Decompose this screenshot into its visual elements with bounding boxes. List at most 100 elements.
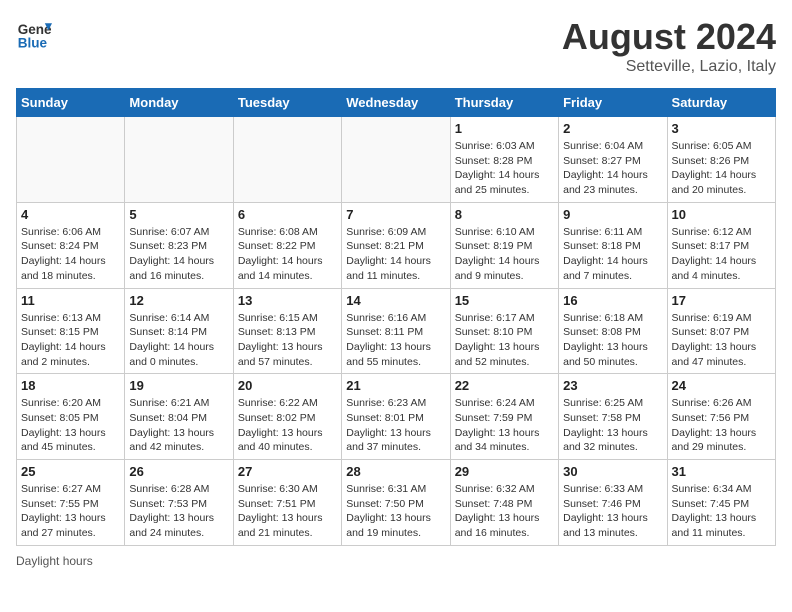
- calendar-cell: 23 Sunrise: 6:25 AM Sunset: 7:58 PM Dayli…: [559, 374, 667, 460]
- calendar-day-header: Monday: [125, 89, 233, 117]
- footer-note: Daylight hours: [16, 554, 776, 568]
- calendar-cell: 10 Sunrise: 6:12 AM Sunset: 8:17 PM Dayli…: [667, 202, 775, 288]
- calendar-cell: 29 Sunrise: 6:32 AM Sunset: 7:48 PM Dayli…: [450, 460, 558, 546]
- month-year: August 2024: [562, 16, 776, 58]
- day-info: Sunrise: 6:12 AM Sunset: 8:17 PM Dayligh…: [672, 225, 771, 284]
- calendar-cell: 3 Sunrise: 6:05 AM Sunset: 8:26 PM Daylig…: [667, 117, 775, 203]
- day-info: Sunrise: 6:05 AM Sunset: 8:26 PM Dayligh…: [672, 139, 771, 198]
- calendar-day-header: Thursday: [450, 89, 558, 117]
- svg-text:Blue: Blue: [18, 36, 48, 51]
- day-number: 17: [672, 293, 771, 308]
- day-info: Sunrise: 6:10 AM Sunset: 8:19 PM Dayligh…: [455, 225, 554, 284]
- calendar-cell: 22 Sunrise: 6:24 AM Sunset: 7:59 PM Dayli…: [450, 374, 558, 460]
- day-number: 27: [238, 464, 337, 479]
- calendar-week-row: 25Sunrise: 6:27 AM Sunset: 7:55 PM Dayli…: [17, 460, 776, 546]
- day-number: 1: [455, 121, 554, 136]
- day-number: 11: [21, 293, 120, 308]
- calendar-day-header: Wednesday: [342, 89, 450, 117]
- day-number: 23: [563, 378, 662, 393]
- calendar-cell: 7 Sunrise: 6:09 AM Sunset: 8:21 PM Daylig…: [342, 202, 450, 288]
- day-number: 28: [346, 464, 445, 479]
- day-info: Sunrise: 6:15 AM Sunset: 8:13 PM Dayligh…: [238, 311, 337, 370]
- page-header: General Blue August 2024 Setteville, Laz…: [16, 16, 776, 76]
- calendar-cell: 11 Sunrise: 6:13 AM Sunset: 8:15 PM Dayli…: [17, 288, 125, 374]
- day-info: Sunrise: 6:20 AM Sunset: 8:05 PM Dayligh…: [21, 396, 120, 455]
- calendar-cell: 4Sunrise: 6:06 AM Sunset: 8:24 PM Daylig…: [17, 202, 125, 288]
- calendar-cell: 5Sunrise: 6:07 AM Sunset: 8:23 PM Daylig…: [125, 202, 233, 288]
- calendar-cell: 19Sunrise: 6:21 AM Sunset: 8:04 PM Dayli…: [125, 374, 233, 460]
- calendar-cell: 13 Sunrise: 6:15 AM Sunset: 8:13 PM Dayli…: [233, 288, 341, 374]
- day-info: Sunrise: 6:25 AM Sunset: 7:58 PM Dayligh…: [563, 396, 662, 455]
- day-number: 7: [346, 207, 445, 222]
- day-info: Sunrise: 6:22 AM Sunset: 8:02 PM Dayligh…: [238, 396, 337, 455]
- logo-icon: General Blue: [16, 16, 52, 52]
- day-number: 2: [563, 121, 662, 136]
- calendar-cell: 8Sunrise: 6:10 AM Sunset: 8:19 PM Daylig…: [450, 202, 558, 288]
- calendar-cell: 31Sunrise: 6:34 AM Sunset: 7:45 PM Dayli…: [667, 460, 775, 546]
- calendar-cell: 24 Sunrise: 6:26 AM Sunset: 7:56 PM Dayli…: [667, 374, 775, 460]
- calendar-cell: 16 Sunrise: 6:18 AM Sunset: 8:08 PM Dayli…: [559, 288, 667, 374]
- calendar-week-row: 18Sunrise: 6:20 AM Sunset: 8:05 PM Dayli…: [17, 374, 776, 460]
- day-info: Sunrise: 6:23 AM Sunset: 8:01 PM Dayligh…: [346, 396, 445, 455]
- calendar-cell: 14 Sunrise: 6:16 AM Sunset: 8:11 PM Dayli…: [342, 288, 450, 374]
- day-number: 22: [455, 378, 554, 393]
- day-number: 10: [672, 207, 771, 222]
- day-info: Sunrise: 6:30 AM Sunset: 7:51 PM Dayligh…: [238, 482, 337, 541]
- calendar-cell: [17, 117, 125, 203]
- day-info: Sunrise: 6:11 AM Sunset: 8:18 PM Dayligh…: [563, 225, 662, 284]
- day-number: 29: [455, 464, 554, 479]
- day-number: 12: [129, 293, 228, 308]
- day-info: Sunrise: 6:17 AM Sunset: 8:10 PM Dayligh…: [455, 311, 554, 370]
- day-number: 24: [672, 378, 771, 393]
- calendar-cell: 9 Sunrise: 6:11 AM Sunset: 8:18 PM Daylig…: [559, 202, 667, 288]
- calendar-cell: 28 Sunrise: 6:31 AM Sunset: 7:50 PM Dayli…: [342, 460, 450, 546]
- calendar-day-header: Saturday: [667, 89, 775, 117]
- calendar-day-header: Tuesday: [233, 89, 341, 117]
- day-info: Sunrise: 6:19 AM Sunset: 8:07 PM Dayligh…: [672, 311, 771, 370]
- day-number: 20: [238, 378, 337, 393]
- calendar-cell: 26 Sunrise: 6:28 AM Sunset: 7:53 PM Dayli…: [125, 460, 233, 546]
- day-info: Sunrise: 6:09 AM Sunset: 8:21 PM Dayligh…: [346, 225, 445, 284]
- day-info: Sunrise: 6:08 AM Sunset: 8:22 PM Dayligh…: [238, 225, 337, 284]
- day-info: Sunrise: 6:16 AM Sunset: 8:11 PM Dayligh…: [346, 311, 445, 370]
- day-number: 9: [563, 207, 662, 222]
- day-info: Sunrise: 6:32 AM Sunset: 7:48 PM Dayligh…: [455, 482, 554, 541]
- calendar-week-row: 4Sunrise: 6:06 AM Sunset: 8:24 PM Daylig…: [17, 202, 776, 288]
- location: Setteville, Lazio, Italy: [562, 58, 776, 76]
- calendar-week-row: 1 Sunrise: 6:03 AM Sunset: 8:28 PM Daylig…: [17, 117, 776, 203]
- day-info: Sunrise: 6:24 AM Sunset: 7:59 PM Dayligh…: [455, 396, 554, 455]
- day-number: 3: [672, 121, 771, 136]
- calendar-cell: 2Sunrise: 6:04 AM Sunset: 8:27 PM Daylig…: [559, 117, 667, 203]
- calendar-header-row: SundayMondayTuesdayWednesdayThursdayFrid…: [17, 89, 776, 117]
- calendar-day-header: Sunday: [17, 89, 125, 117]
- day-number: 5: [129, 207, 228, 222]
- calendar-cell: 17 Sunrise: 6:19 AM Sunset: 8:07 PM Dayli…: [667, 288, 775, 374]
- day-number: 26: [129, 464, 228, 479]
- day-number: 6: [238, 207, 337, 222]
- day-info: Sunrise: 6:28 AM Sunset: 7:53 PM Dayligh…: [129, 482, 228, 541]
- calendar-cell: [125, 117, 233, 203]
- calendar-week-row: 11 Sunrise: 6:13 AM Sunset: 8:15 PM Dayli…: [17, 288, 776, 374]
- day-number: 16: [563, 293, 662, 308]
- day-number: 14: [346, 293, 445, 308]
- day-info: Sunrise: 6:14 AM Sunset: 8:14 PM Dayligh…: [129, 311, 228, 370]
- calendar-cell: 12 Sunrise: 6:14 AM Sunset: 8:14 PM Dayli…: [125, 288, 233, 374]
- calendar-table: SundayMondayTuesdayWednesdayThursdayFrid…: [16, 88, 776, 546]
- day-number: 30: [563, 464, 662, 479]
- calendar-cell: [233, 117, 341, 203]
- day-info: Sunrise: 6:21 AM Sunset: 8:04 PM Dayligh…: [129, 396, 228, 455]
- day-number: 15: [455, 293, 554, 308]
- day-info: Sunrise: 6:26 AM Sunset: 7:56 PM Dayligh…: [672, 396, 771, 455]
- day-number: 13: [238, 293, 337, 308]
- calendar-cell: 20 Sunrise: 6:22 AM Sunset: 8:02 PM Dayli…: [233, 374, 341, 460]
- day-info: Sunrise: 6:18 AM Sunset: 8:08 PM Dayligh…: [563, 311, 662, 370]
- day-info: Sunrise: 6:13 AM Sunset: 8:15 PM Dayligh…: [21, 311, 120, 370]
- day-info: Sunrise: 6:03 AM Sunset: 8:28 PM Dayligh…: [455, 139, 554, 198]
- calendar-cell: 18Sunrise: 6:20 AM Sunset: 8:05 PM Dayli…: [17, 374, 125, 460]
- day-number: 31: [672, 464, 771, 479]
- calendar-cell: [342, 117, 450, 203]
- day-number: 21: [346, 378, 445, 393]
- day-info: Sunrise: 6:27 AM Sunset: 7:55 PM Dayligh…: [21, 482, 120, 541]
- calendar-day-header: Friday: [559, 89, 667, 117]
- day-info: Sunrise: 6:31 AM Sunset: 7:50 PM Dayligh…: [346, 482, 445, 541]
